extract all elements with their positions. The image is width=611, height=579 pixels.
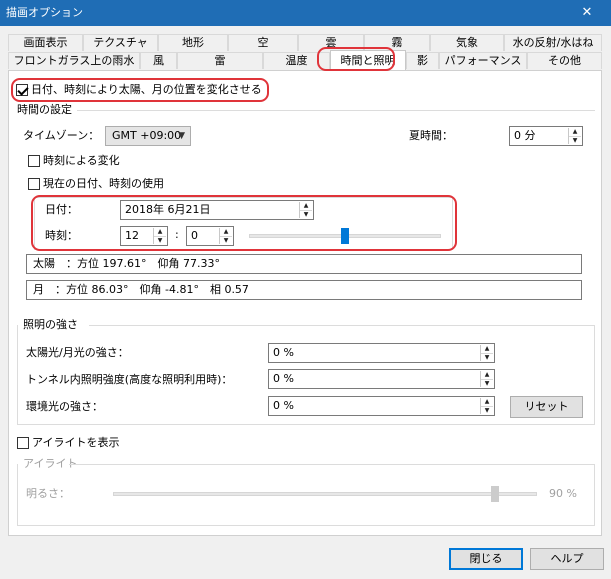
spin-up-icon[interactable]: ▲ <box>481 398 493 406</box>
hour-field[interactable]: 12 ▲ ▼ <box>120 226 168 246</box>
tab-tabs_row2-5[interactable]: 影 <box>406 52 439 69</box>
minute-spinner[interactable]: ▲ ▼ <box>219 228 232 244</box>
spin-down-icon[interactable]: ▼ <box>481 406 493 414</box>
lighting-divider <box>89 325 595 326</box>
brightness-slider-track[interactable] <box>113 492 537 496</box>
dst-spinner[interactable]: ▲ ▼ <box>568 128 581 144</box>
time-slider-thumb[interactable] <box>341 228 349 244</box>
show-eyelight-checkbox[interactable] <box>17 437 29 449</box>
tab-row-1: 画面表示 テクスチャ 地形空雲霧気象 水の反射/水はね <box>8 34 602 51</box>
moon-info: 月 ：方位 86.03° 仰角 -4.81° 相 0.57 <box>26 280 582 300</box>
sunlight-spinner[interactable]: ▲ ▼ <box>480 345 493 361</box>
spin-up-icon[interactable]: ▲ <box>154 228 166 236</box>
sunlight-field[interactable]: 0 % ▲ ▼ <box>268 343 495 363</box>
tab-tabs_row1-0[interactable]: 画面表示 <box>8 34 83 51</box>
spin-up-icon[interactable]: ▲ <box>481 371 493 379</box>
reset-button[interactable]: リセット <box>510 396 583 418</box>
spin-up-icon[interactable]: ▲ <box>481 345 493 353</box>
tab-tabs_row1-6[interactable]: 気象 <box>430 34 504 51</box>
spin-down-icon[interactable]: ▼ <box>569 136 581 144</box>
tunnel-lighting-field[interactable]: 0 % ▲ ▼ <box>268 369 495 389</box>
tab-tabs_row1-1[interactable]: テクスチャ <box>83 34 158 51</box>
show-eyelight-label: アイライトを表示 <box>32 436 120 449</box>
tunnel-lighting-spinner[interactable]: ▲ ▼ <box>480 371 493 387</box>
tunnel-lighting-label: トンネル内照明強度(高度な照明利用時)： <box>26 373 233 386</box>
close-icon[interactable]: ✕ <box>577 0 597 26</box>
brightness-slider-thumb[interactable] <box>490 486 499 502</box>
tab-tabs_row1-5[interactable]: 霧 <box>364 34 430 51</box>
tab-tabs_row2-1[interactable]: 風 <box>140 52 177 69</box>
sunlight-value: 0 % <box>273 346 294 359</box>
ambient-light-field[interactable]: 0 % ▲ ▼ <box>268 396 495 416</box>
tab-tabs_row1-2[interactable]: 地形 <box>158 34 228 51</box>
timezone-label: タイムゾーン： <box>23 129 100 142</box>
spin-down-icon[interactable]: ▼ <box>300 210 312 218</box>
use-current-datetime-label: 現在の日付、時刻の使用 <box>43 177 164 190</box>
spin-down-icon[interactable]: ▼ <box>154 236 166 244</box>
spin-up-icon[interactable]: ▲ <box>569 128 581 136</box>
sun-moon-position-checkbox[interactable] <box>16 84 28 96</box>
dst-label: 夏時間： <box>409 129 453 142</box>
spin-down-icon[interactable]: ▼ <box>481 353 493 361</box>
tab-tabs_row2-3[interactable]: 温度 <box>263 52 330 69</box>
tunnel-lighting-value: 0 % <box>273 372 294 385</box>
time-separator: : <box>175 228 179 241</box>
hour-spinner[interactable]: ▲ ▼ <box>153 228 166 244</box>
spin-down-icon[interactable]: ▼ <box>220 236 232 244</box>
time-settings-group-label: 時間の設定 <box>17 103 72 116</box>
time-change-checkbox[interactable] <box>28 155 40 167</box>
tab-panel-time-lighting: 日付、時刻により太陽、月の位置を変化させる 時間の設定 タイムゾーン： GMT … <box>8 70 602 536</box>
window-title: 描画オプション <box>6 6 83 19</box>
date-field[interactable]: 2018年 6月21日 ▲ ▼ <box>120 200 314 220</box>
spin-up-icon[interactable]: ▲ <box>220 228 232 236</box>
sunlight-label: 太陽光/月光の強さ： <box>26 346 129 359</box>
ambient-light-value: 0 % <box>273 399 294 412</box>
ambient-light-spinner[interactable]: ▲ ▼ <box>480 398 493 414</box>
use-current-datetime-checkbox[interactable] <box>28 178 40 190</box>
dst-value: 0 分 <box>514 129 536 142</box>
timezone-select[interactable]: GMT +09:00 ▼ <box>105 126 191 146</box>
date-spinner[interactable]: ▲ ▼ <box>299 202 312 218</box>
tab-tabs_row2-4[interactable]: 時間と照明 <box>330 50 406 70</box>
time-change-label: 時刻による変化 <box>43 154 120 167</box>
close-button[interactable]: 閉じる <box>449 548 523 570</box>
tab-tabs_row2-2[interactable]: 雷 <box>177 52 263 69</box>
sun-moon-position-label: 日付、時刻により太陽、月の位置を変化させる <box>31 83 262 96</box>
spin-up-icon[interactable]: ▲ <box>300 202 312 210</box>
window-titlebar: 描画オプション ✕ <box>0 0 611 26</box>
tab-row-2: フロントガラス上の雨水風雷温度 時間と照明影パフォーマンス その他 <box>8 50 602 70</box>
time-settings-divider <box>77 110 595 111</box>
timezone-value: GMT +09:00 <box>112 129 182 142</box>
ambient-light-label: 環境光の強さ： <box>26 400 103 413</box>
tab-tabs_row1-7[interactable]: 水の反射/水はね <box>504 34 602 51</box>
tab-tabs_row1-3[interactable]: 空 <box>228 34 298 51</box>
tab-tabs_row2-7[interactable]: その他 <box>527 52 602 69</box>
hour-value: 12 <box>125 229 139 242</box>
tab-tabs_row1-4[interactable]: 雲 <box>298 34 364 51</box>
tab-tabs_row2-0[interactable]: フロントガラス上の雨水 <box>8 52 140 69</box>
brightness-label: 明るさ： <box>26 487 70 500</box>
minute-field[interactable]: 0 ▲ ▼ <box>186 226 234 246</box>
eyelight-divider <box>69 464 595 465</box>
spin-down-icon[interactable]: ▼ <box>481 379 493 387</box>
date-label: 日付： <box>45 203 78 216</box>
chevron-down-icon: ▼ <box>178 131 185 141</box>
sun-info: 太陽 ：方位 197.61° 仰角 77.33° <box>26 254 582 274</box>
help-button[interactable]: ヘルプ <box>530 548 604 570</box>
dst-field[interactable]: 0 分 ▲ ▼ <box>509 126 583 146</box>
date-value: 2018年 6月21日 <box>125 203 211 216</box>
tab-tabs_row2-6[interactable]: パフォーマンス <box>439 52 527 69</box>
brightness-value: 90 % <box>549 487 577 500</box>
time-label: 時刻： <box>45 229 78 242</box>
minute-value: 0 <box>191 229 198 242</box>
